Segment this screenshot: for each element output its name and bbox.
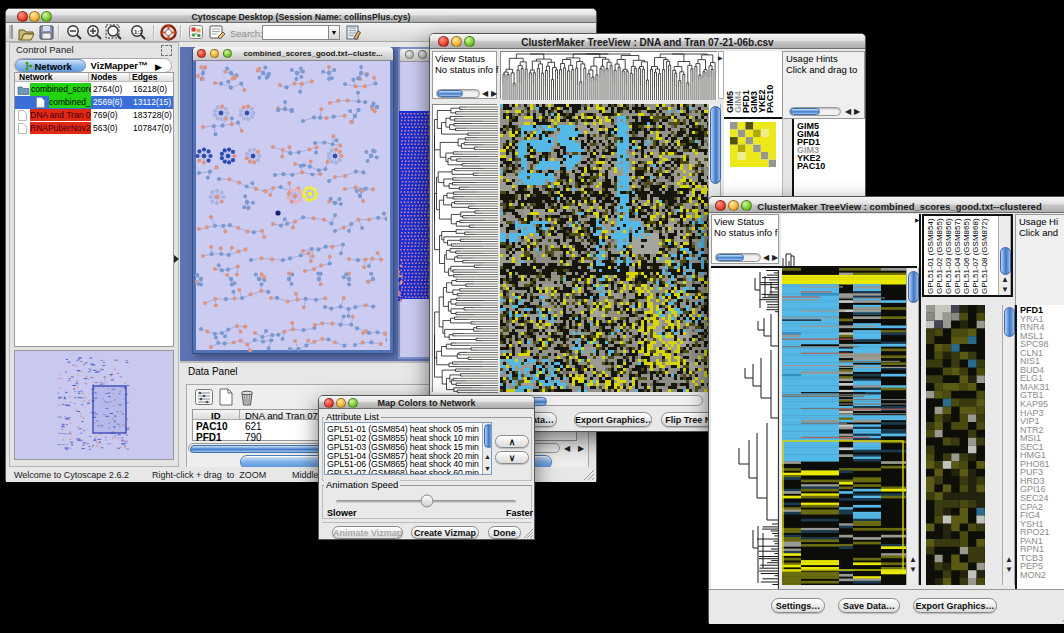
svg-text:1:1: 1:1 bbox=[134, 29, 143, 35]
